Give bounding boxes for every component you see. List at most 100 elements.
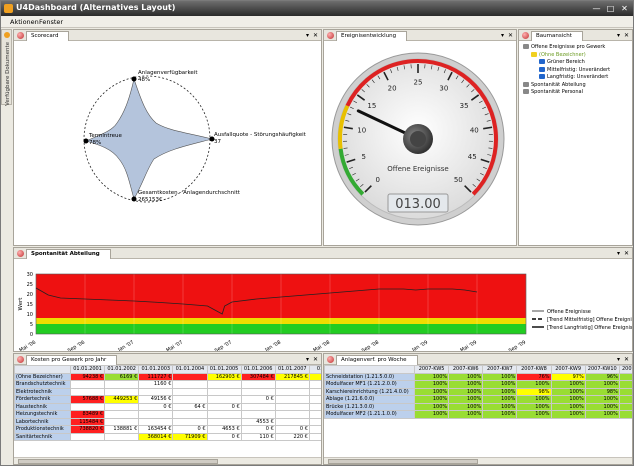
table-cell[interactable]: 0 € xyxy=(172,425,208,434)
table-cell[interactable] xyxy=(172,380,208,389)
panel-close-icon[interactable]: ✕ xyxy=(624,31,629,40)
table-cell[interactable]: 110 € xyxy=(240,432,276,441)
table-cell[interactable] xyxy=(240,410,276,419)
table-cell[interactable] xyxy=(69,432,106,441)
table-cell[interactable] xyxy=(104,380,140,389)
table-cell[interactable]: 100% xyxy=(618,380,632,389)
panel-menu-icon[interactable]: ▾ xyxy=(306,355,309,364)
table-cell[interactable]: 100% xyxy=(516,380,552,389)
table-cell[interactable]: 98% xyxy=(516,387,552,396)
table-cell[interactable]: 0 € xyxy=(206,402,242,411)
table-cell[interactable] xyxy=(69,380,106,389)
table-cell[interactable] xyxy=(104,410,140,419)
column-header[interactable]: 01.01.2003 xyxy=(138,365,174,374)
column-header[interactable]: 2007-KW11 xyxy=(618,365,632,374)
table-cell[interactable] xyxy=(138,410,174,419)
table-cell[interactable]: 100% xyxy=(550,402,586,411)
row-header[interactable]: Modulfacer MF2 (1.21.1.0.0) xyxy=(324,410,415,419)
table-cell[interactable] xyxy=(172,372,208,381)
table-cell[interactable] xyxy=(104,432,140,441)
table-cell[interactable] xyxy=(104,417,140,426)
table-cell[interactable]: 100% xyxy=(516,410,552,419)
row-header[interactable]: Sanitärtechnik xyxy=(14,432,71,441)
table-cell[interactable]: 100% xyxy=(584,395,620,404)
table-cell[interactable]: 100% xyxy=(516,402,552,411)
column-header[interactable]: 01.01.2007 xyxy=(274,365,310,374)
table-cell[interactable]: 100% xyxy=(550,395,586,404)
row-header[interactable]: Modulfacer MF1 (1.21.2.0.0) xyxy=(324,380,415,389)
table-cell[interactable]: 100% xyxy=(618,395,632,404)
table-cell[interactable]: 1160 € xyxy=(138,380,174,389)
table-cell[interactable]: 100% xyxy=(413,402,450,411)
panel-close-icon[interactable]: ✕ xyxy=(508,31,513,40)
column-header[interactable]: 01.01.2004 xyxy=(172,365,208,374)
table-cell[interactable]: 100% xyxy=(550,380,586,389)
column-header[interactable]: 01.01.2 xyxy=(308,365,321,374)
table-cell[interactable]: 100% xyxy=(482,380,518,389)
row-header[interactable]: Schneidstation (1.21.5.0.0) xyxy=(324,372,415,381)
table-cell[interactable]: 449253 € xyxy=(104,395,140,404)
table-cell[interactable]: 0 € xyxy=(240,395,276,404)
table-cell[interactable] xyxy=(69,402,106,411)
table-cell[interactable]: 100% xyxy=(448,380,484,389)
table-cell[interactable]: 83489 € xyxy=(69,410,106,419)
table-cell[interactable]: 100% xyxy=(584,410,620,419)
table-cell[interactable]: 115484 € xyxy=(69,417,106,426)
table-cell[interactable]: 76% xyxy=(516,372,552,381)
table-cell[interactable]: 100% xyxy=(448,387,484,396)
table-cell[interactable]: 71909 € xyxy=(172,432,208,441)
table-cell[interactable]: 100% xyxy=(618,387,632,396)
table-cell[interactable] xyxy=(274,395,310,404)
table-cell[interactable]: 100% xyxy=(448,402,484,411)
table-cell[interactable] xyxy=(206,395,242,404)
tree-item[interactable]: Offene Ereignisse pro Gewerk xyxy=(523,44,605,51)
column-header[interactable]: 2007-KW7 xyxy=(482,365,518,374)
panel-menu-icon[interactable]: ▾ xyxy=(617,31,620,40)
table-cell[interactable] xyxy=(206,387,242,396)
table-cell[interactable]: 100% xyxy=(618,402,632,411)
table-cell[interactable]: 217845 € xyxy=(274,372,310,381)
table-cell[interactable] xyxy=(206,410,242,419)
panel-menu-icon[interactable]: ▾ xyxy=(617,249,620,258)
table-cell[interactable]: 57688 € xyxy=(69,395,106,404)
table-cell[interactable]: 100% xyxy=(413,372,450,381)
table-cell[interactable]: 100% xyxy=(448,395,484,404)
table-cell[interactable] xyxy=(104,402,140,411)
column-header[interactable]: 01.01.2001 xyxy=(69,365,106,374)
table-cell[interactable]: 6169 € xyxy=(104,372,140,381)
table-cell[interactable]: 100% xyxy=(482,395,518,404)
panel-close-icon[interactable]: ✕ xyxy=(313,31,318,40)
table-cell[interactable] xyxy=(308,410,321,419)
close-icon[interactable]: ✕ xyxy=(619,3,630,14)
table-cell[interactable]: 100% xyxy=(413,395,450,404)
panel-close-icon[interactable]: ✕ xyxy=(624,249,629,258)
tab-baumansicht[interactable]: Baumansicht xyxy=(531,31,583,41)
table-cell[interactable]: 0 € xyxy=(206,432,242,441)
tab-anlagen[interactable]: Anlagenverf. pro Woche xyxy=(336,355,418,365)
table-cell[interactable]: 96% xyxy=(584,372,620,381)
tree-item[interactable]: (Ohne Bezeichner) xyxy=(531,51,586,59)
table-cell[interactable]: 100% xyxy=(618,372,632,381)
table-cell[interactable] xyxy=(240,402,276,411)
table-cell[interactable] xyxy=(206,380,242,389)
panel-menu-icon[interactable]: ▾ xyxy=(617,355,620,364)
table-cell[interactable]: 307484 € xyxy=(240,372,276,381)
table-cell[interactable]: 94238 € xyxy=(69,372,106,381)
table-cell[interactable]: 738820 € xyxy=(69,425,106,434)
table-cell[interactable]: 64 € xyxy=(172,402,208,411)
table-cell[interactable] xyxy=(206,417,242,426)
row-header[interactable]: Ablage (1.21.6.0.0) xyxy=(324,395,415,404)
table-cell[interactable] xyxy=(172,387,208,396)
row-header[interactable]: Brücke (1.21.3.0.0) xyxy=(324,402,415,411)
table-cell[interactable] xyxy=(308,380,321,389)
panel-close-icon[interactable]: ✕ xyxy=(313,355,318,364)
table-cell[interactable]: 111727 € xyxy=(138,372,174,381)
row-header[interactable]: Fördertechnik xyxy=(14,395,71,404)
table-cell[interactable]: 138881 € xyxy=(104,425,140,434)
documents-sidetab[interactable]: Verfügbare Dokumente xyxy=(1,29,12,106)
row-header[interactable]: Haustechnik xyxy=(14,402,71,411)
table-cell[interactable]: 100% xyxy=(413,410,450,419)
tab-scorecard[interactable]: Scorecard xyxy=(26,31,70,41)
row-header[interactable]: Heizungstechnik xyxy=(14,410,71,419)
table-cell[interactable] xyxy=(138,387,174,396)
